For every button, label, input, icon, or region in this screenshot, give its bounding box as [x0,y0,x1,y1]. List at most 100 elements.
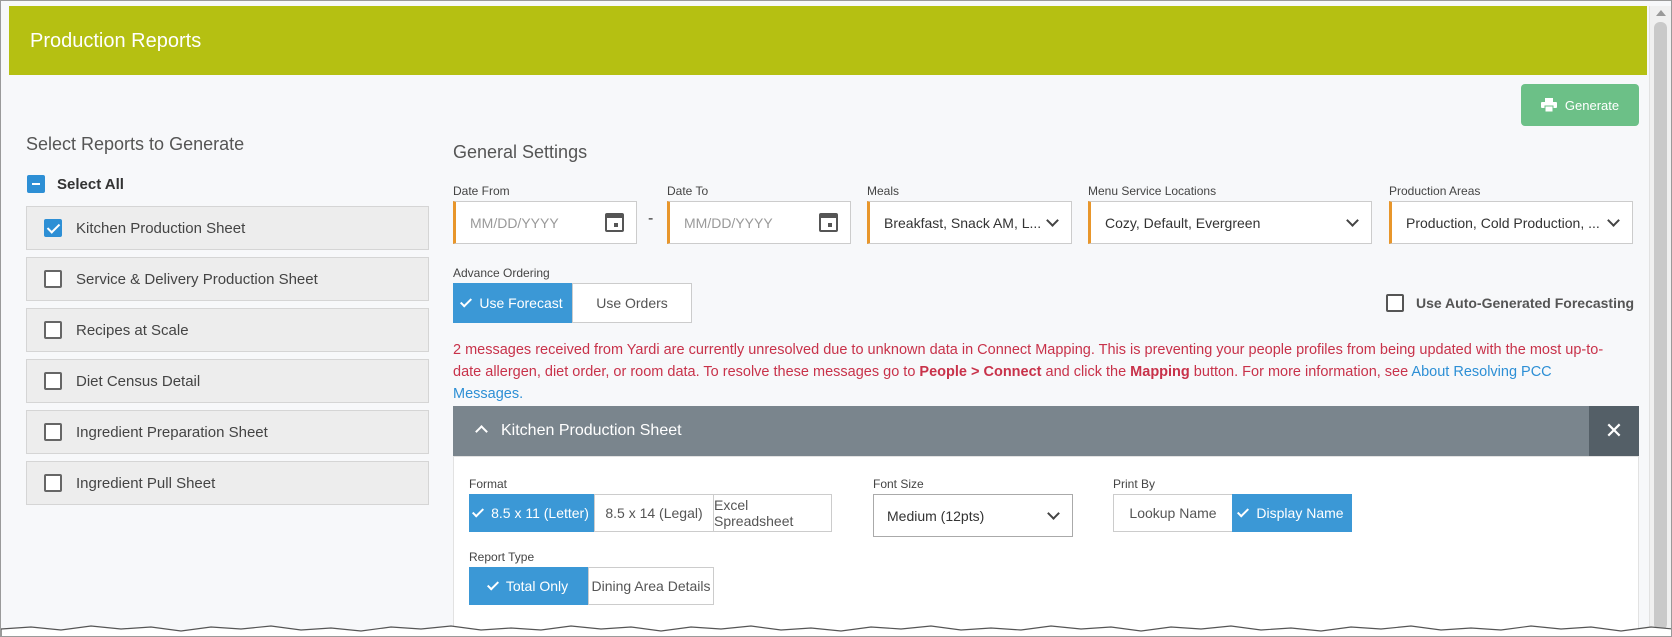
production-areas-label: Production Areas [1389,184,1481,198]
check-icon [1237,505,1250,518]
select-all-checkbox[interactable]: Select All [27,175,124,193]
meals-label: Meals [867,184,900,198]
print-by-label: Print By [1113,477,1156,491]
close-panel-button[interactable]: ✕ [1589,406,1639,456]
advance-ordering-toggle: Use Forecast Use Orders [453,283,692,323]
format-excel-label: Excel Spreadsheet [714,497,794,529]
warning-text: button. For more information, see [1189,364,1412,380]
dining-area-details-label: Dining Area Details [591,578,711,594]
generate-button[interactable]: Generate [1521,84,1639,126]
lookup-name-label: Lookup Name [1129,505,1217,521]
production-areas-value: Production, Cold Production, ... [1406,214,1600,231]
date-to-placeholder: MM/DD/YYYY [684,214,773,231]
torn-edge-decoration [1,625,1671,636]
checkbox-icon[interactable] [44,474,62,492]
dining-area-details-option[interactable]: Dining Area Details [588,567,714,605]
scroll-up-arrow-icon[interactable] [1656,10,1666,16]
format-letter-option[interactable]: 8.5 x 11 (Letter) [469,494,595,532]
total-only-option[interactable]: Total Only [469,567,589,605]
report-item-service-delivery[interactable]: Service & Delivery Production Sheet [26,257,429,301]
report-item-ingredient-preparation[interactable]: Ingredient Preparation Sheet [26,410,429,454]
report-item-kitchen-production[interactable]: Kitchen Production Sheet [26,206,429,250]
auto-forecast-checkbox[interactable]: Use Auto-Generated Forecasting [1386,294,1634,312]
display-name-option[interactable]: Display Name [1232,494,1352,532]
chevron-up-icon[interactable] [475,425,488,438]
format-legal-option[interactable]: 8.5 x 14 (Legal) [594,494,714,532]
meals-value: Breakfast, Snack AM, L... [884,214,1042,231]
close-icon: ✕ [1604,418,1624,443]
checked-checkbox-icon[interactable] [44,219,62,237]
printer-icon [1540,98,1557,112]
generate-button-label: Generate [1564,97,1620,113]
kitchen-production-panel-body [453,456,1639,636]
lookup-name-option[interactable]: Lookup Name [1113,494,1233,532]
date-from-placeholder: MM/DD/YYYY [470,214,559,231]
page-title: Production Reports [30,30,202,52]
advance-ordering-label: Advance Ordering [453,266,550,280]
use-orders-option[interactable]: Use Orders [572,283,692,323]
report-item-label: Ingredient Preparation Sheet [76,423,268,441]
report-item-label: Service & Delivery Production Sheet [76,270,318,288]
vertical-scrollbar[interactable] [1649,6,1671,636]
general-settings-title: General Settings [453,142,588,162]
checkbox-icon[interactable] [44,321,62,339]
chevron-down-icon [1607,214,1620,227]
chevron-down-icon [1346,214,1359,227]
report-type-toggle: Total Only Dining Area Details [469,567,714,605]
report-item-label: Recipes at Scale [76,321,189,339]
mapping-button-reference: Mapping [1130,364,1190,380]
select-all-label: Select All [57,175,124,193]
date-separator: - [648,210,654,227]
use-orders-label: Use Orders [596,295,668,311]
report-list: Kitchen Production Sheet Service & Deliv… [26,206,429,512]
auto-forecast-label: Use Auto-Generated Forecasting [1416,295,1635,311]
indeterminate-checkbox-icon[interactable] [27,175,45,193]
checkbox-icon[interactable] [44,270,62,288]
locations-label: Menu Service Locations [1088,184,1217,198]
app-window: Production Reports Generate Select Repor… [0,0,1672,637]
format-label: Format [469,477,508,491]
locations-value: Cozy, Default, Evergreen [1105,214,1261,231]
chevron-down-icon [1047,507,1060,520]
production-areas-select[interactable]: Production, Cold Production, ... [1389,201,1633,244]
display-name-label: Display Name [1256,505,1344,521]
check-icon [486,578,499,591]
format-letter-label: 8.5 x 11 (Letter) [491,505,589,521]
format-legal-label: 8.5 x 14 (Legal) [605,505,703,521]
checkbox-icon[interactable] [44,423,62,441]
unresolved-messages-warning: 2 messages received from Yardi are curre… [453,339,1623,405]
reports-section-title: Select Reports to Generate [26,134,245,154]
panel-title: Kitchen Production Sheet [501,422,682,439]
warning-text: and click the [1041,364,1131,380]
date-from-input[interactable]: MM/DD/YYYY [453,201,637,244]
print-by-toggle: Lookup Name Display Name [1113,494,1352,532]
report-item-diet-census[interactable]: Diet Census Detail [26,359,429,403]
chevron-down-icon [1046,214,1059,227]
report-item-ingredient-pull[interactable]: Ingredient Pull Sheet [26,461,429,505]
locations-select[interactable]: Cozy, Default, Evergreen [1088,201,1372,244]
date-to-label: Date To [667,184,709,198]
date-from-label: Date From [453,184,510,198]
use-forecast-option[interactable]: Use Forecast [453,283,573,323]
calendar-icon[interactable] [819,213,838,232]
scroll-thumb[interactable] [1654,22,1667,630]
format-toggle: 8.5 x 11 (Letter) 8.5 x 14 (Legal) Excel… [469,494,832,532]
check-icon [460,295,473,308]
report-item-recipes-at-scale[interactable]: Recipes at Scale [26,308,429,352]
meals-select[interactable]: Breakfast, Snack AM, L... [867,201,1072,244]
checkbox-icon[interactable] [1386,294,1404,312]
report-item-label: Kitchen Production Sheet [76,219,246,237]
report-item-label: Ingredient Pull Sheet [76,474,216,492]
calendar-icon[interactable] [605,213,624,232]
font-size-select[interactable]: Medium (12pts) [873,494,1073,537]
total-only-label: Total Only [505,578,569,594]
kitchen-production-panel-header[interactable]: Kitchen Production Sheet ✕ [453,406,1639,456]
checkbox-icon[interactable] [44,372,62,390]
date-to-input[interactable]: MM/DD/YYYY [667,201,851,244]
check-icon [472,505,485,518]
font-size-value: Medium (12pts) [887,507,985,524]
format-excel-option[interactable]: Excel Spreadsheet [713,494,832,532]
report-type-label: Report Type [469,550,535,564]
people-connect-path: People > Connect [919,364,1042,380]
font-size-label: Font Size [873,477,924,491]
